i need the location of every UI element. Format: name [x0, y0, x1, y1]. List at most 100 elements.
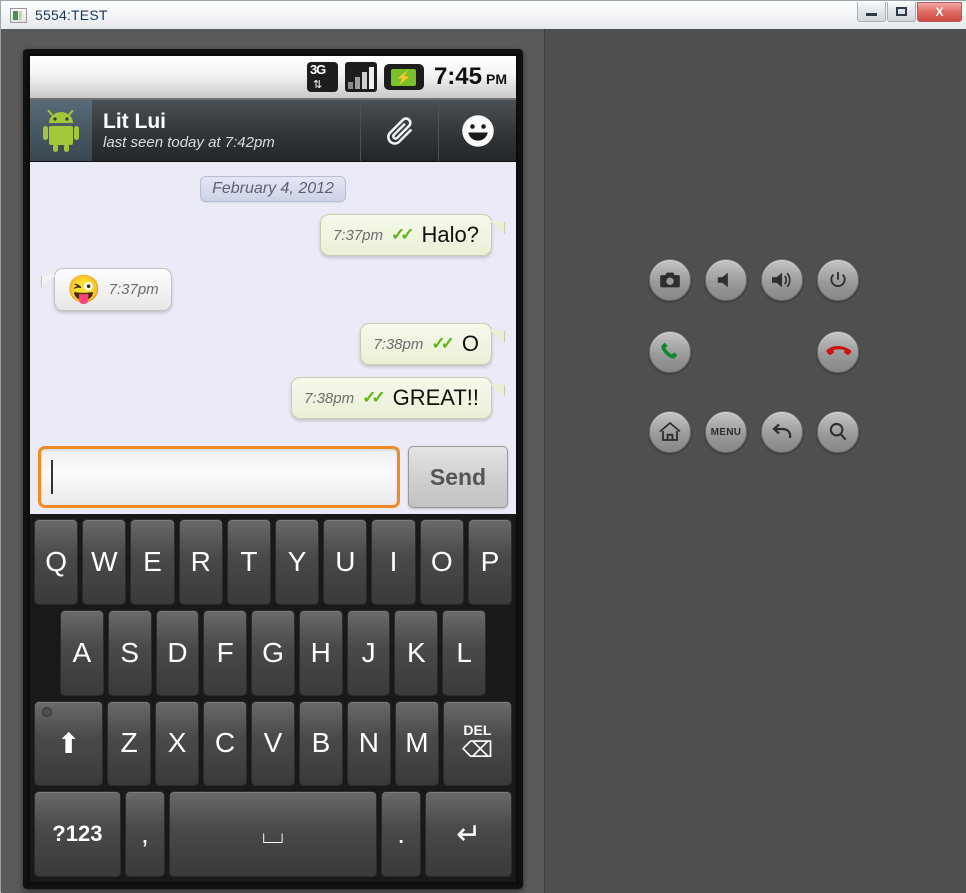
minimize-icon	[866, 13, 877, 16]
key-v[interactable]: V	[251, 700, 295, 787]
key-enter[interactable]: ↵	[425, 791, 513, 877]
call-icon	[661, 342, 678, 359]
key-a[interactable]: A	[59, 609, 104, 696]
clock-ampm: PM	[486, 71, 507, 87]
key-p[interactable]: P	[467, 519, 513, 605]
call-button[interactable]	[649, 331, 691, 373]
phone-screen: 3G ⇅ ⚡ 7:45 PM Lit Lui last seen today a…	[30, 56, 516, 882]
key-x[interactable]: X	[155, 700, 200, 787]
key-k[interactable]: K	[394, 609, 439, 696]
status-clock: 7:45 PM	[434, 63, 507, 91]
volume-up-button[interactable]	[761, 259, 803, 301]
date-divider: February 4, 2012	[200, 176, 346, 202]
message-time: 7:38pm	[304, 389, 355, 407]
home-button[interactable]	[649, 411, 691, 453]
message-bubble-outgoing[interactable]: 7:38pm ✓✓ O	[360, 323, 492, 365]
key-r[interactable]: R	[178, 519, 223, 605]
message-row[interactable]: 7:37pm ✓✓ Halo?	[40, 214, 506, 256]
key-t[interactable]: T	[226, 519, 271, 605]
peer-info[interactable]: Lit Lui last seen today at 7:42pm	[92, 100, 360, 161]
key-delete[interactable]: DEL ⌫	[442, 700, 512, 787]
power-button[interactable]	[817, 259, 859, 301]
end-call-button[interactable]	[817, 331, 859, 373]
avatar[interactable]	[30, 100, 92, 161]
window-client-area: 3G ⇅ ⚡ 7:45 PM Lit Lui last seen today a…	[1, 29, 966, 893]
text-caret	[51, 460, 53, 494]
attach-button[interactable]	[360, 100, 438, 161]
key-c[interactable]: C	[203, 700, 248, 787]
window-title: 5554:TEST	[35, 7, 108, 23]
key-n[interactable]: N	[346, 700, 391, 787]
keyboard-row-2: A S D F G H J K L	[34, 609, 512, 696]
search-button[interactable]	[817, 411, 859, 453]
delivery-ticks-icon: ✓✓	[431, 334, 454, 353]
message-bubble-outgoing[interactable]: 7:38pm ✓✓ GREAT!!	[291, 377, 492, 419]
minimize-button[interactable]	[857, 2, 886, 22]
key-shift[interactable]: ⬆	[34, 700, 104, 787]
battery-charging-icon: ⚡	[383, 64, 424, 90]
message-input[interactable]	[38, 446, 400, 508]
phone-area: 3G ⇅ ⚡ 7:45 PM Lit Lui last seen today a…	[1, 29, 544, 893]
delivery-ticks-icon: ✓✓	[362, 388, 385, 407]
message-time: 7:38pm	[373, 335, 424, 353]
key-g[interactable]: G	[251, 609, 295, 696]
android-soft-keyboard[interactable]: Q W E R T Y U I O P A S D F G H J K L ⬆ …	[30, 514, 516, 882]
close-button[interactable]: X	[917, 2, 962, 22]
key-y[interactable]: Y	[275, 519, 320, 605]
window-controls: X	[856, 2, 962, 22]
key-f[interactable]: F	[203, 609, 248, 696]
key-o[interactable]: O	[419, 519, 464, 605]
backspace-icon: ⌫	[461, 737, 493, 763]
message-list[interactable]: February 4, 2012 7:37pm ✓✓ Halo? 😜 7:37p…	[30, 162, 516, 484]
message-composer: Send	[30, 440, 516, 514]
volume-down-icon	[717, 272, 728, 288]
message-text: O	[461, 331, 479, 356]
key-period[interactable]: .	[380, 791, 422, 877]
message-bubble-outgoing[interactable]: 7:37pm ✓✓ Halo?	[319, 214, 492, 256]
network-3g-icon: 3G ⇅	[306, 62, 338, 92]
message-row[interactable]: 😜 7:37pm	[40, 268, 506, 311]
network-arrows: ⇅	[312, 79, 323, 91]
key-u[interactable]: U	[323, 519, 368, 605]
keyboard-row-4: ?123 , ⌴ . ↵	[34, 791, 513, 877]
camera-button[interactable]	[649, 259, 691, 301]
key-j[interactable]: J	[346, 609, 391, 696]
window-titlebar: 5554:TEST X	[1, 1, 966, 29]
end-call-icon	[826, 346, 851, 355]
message-row[interactable]: 7:38pm ✓✓ O	[40, 323, 506, 365]
send-button[interactable]: Send	[408, 446, 508, 508]
key-space[interactable]: ⌴	[169, 791, 377, 877]
key-e[interactable]: E	[130, 519, 175, 605]
android-status-bar: 3G ⇅ ⚡ 7:45 PM	[30, 56, 516, 100]
delivery-ticks-icon: ✓✓	[391, 225, 414, 244]
message-row[interactable]: 7:38pm ✓✓ GREAT!!	[40, 377, 506, 419]
message-bubble-incoming[interactable]: 😜 7:37pm	[54, 268, 172, 311]
key-q[interactable]: Q	[33, 519, 79, 605]
key-comma[interactable]: ,	[124, 791, 166, 877]
battery-bolt: ⚡	[391, 68, 417, 86]
key-s[interactable]: S	[107, 609, 152, 696]
paperclip-icon	[386, 116, 412, 145]
key-d[interactable]: D	[155, 609, 200, 696]
key-i[interactable]: I	[371, 519, 416, 605]
key-b[interactable]: B	[298, 700, 343, 787]
back-button[interactable]	[761, 411, 803, 453]
key-symbols[interactable]: ?123	[34, 791, 121, 877]
emulator-control-panel: ▲ ▼ ◀ ▶ MENU	[544, 29, 966, 893]
maximize-icon	[896, 7, 907, 16]
key-l[interactable]: L	[442, 609, 487, 696]
key-z[interactable]: Z	[107, 700, 152, 787]
key-m[interactable]: M	[394, 700, 439, 787]
peer-last-seen: last seen today at 7:42pm	[103, 133, 275, 151]
camera-icon	[660, 272, 680, 288]
home-icon	[659, 421, 681, 441]
emoji-button[interactable]	[438, 100, 516, 161]
volume-down-button[interactable]	[705, 259, 747, 301]
maximize-button[interactable]	[887, 2, 916, 22]
key-w[interactable]: W	[82, 519, 127, 605]
clock-time: 7:45	[433, 63, 482, 90]
key-h[interactable]: H	[298, 609, 343, 696]
keyboard-row-3: ⬆ Z X C V B N M DEL ⌫	[34, 700, 512, 787]
menu-button[interactable]: MENU	[705, 411, 747, 453]
android-robot-icon	[43, 109, 79, 152]
